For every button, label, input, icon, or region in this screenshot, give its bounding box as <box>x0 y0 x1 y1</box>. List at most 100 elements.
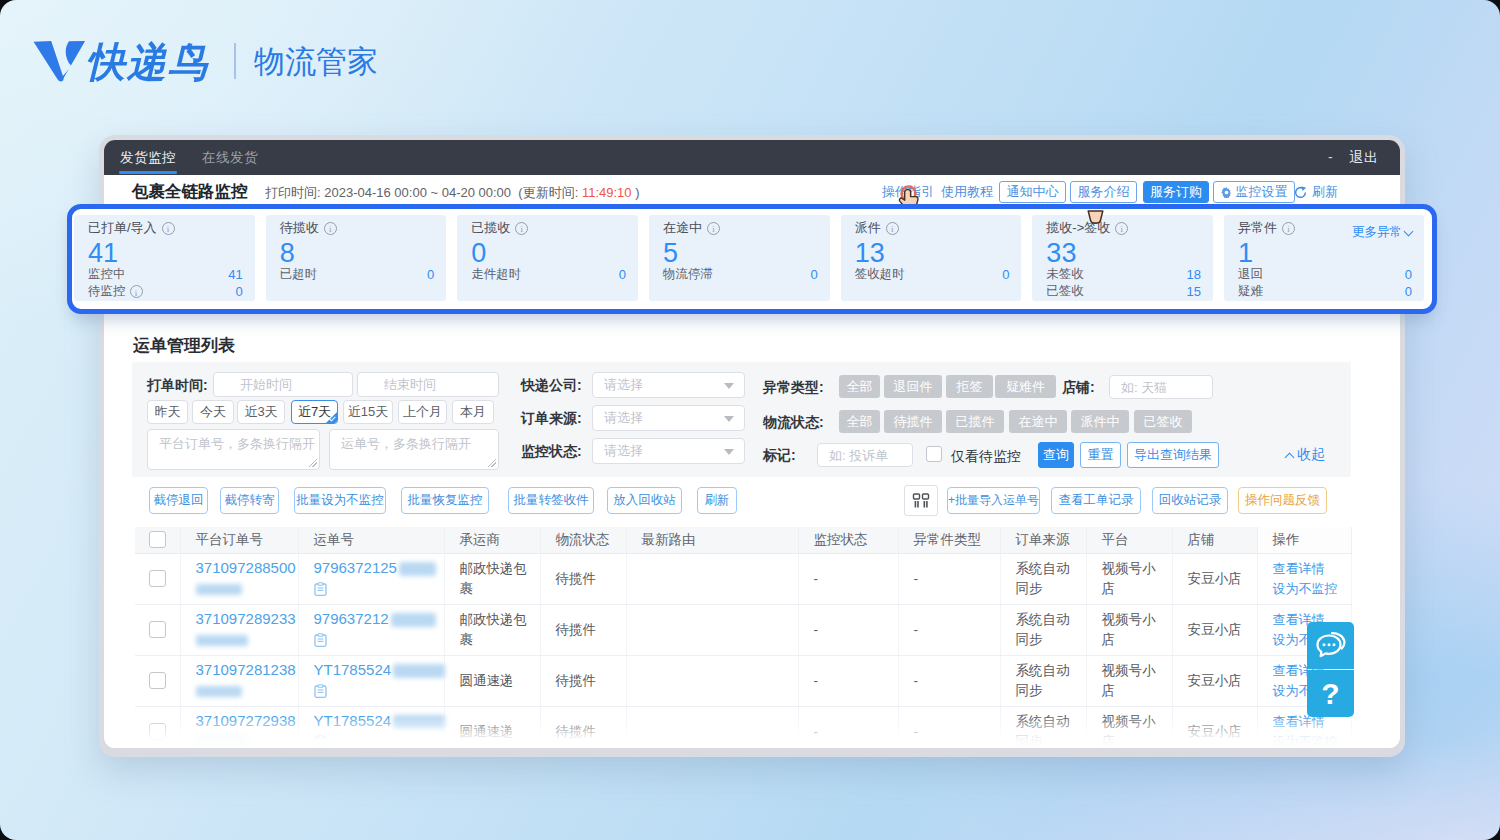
customer-service-button[interactable] <box>1307 622 1354 669</box>
logistics-option-button[interactable]: 已签收 <box>1134 410 1192 433</box>
collapse-link[interactable]: 收起 <box>1286 446 1325 464</box>
set-unmonitor-link[interactable]: 设为不监控 <box>1273 579 1343 599</box>
tag-input[interactable]: 如: 投诉单 <box>817 443 913 467</box>
express-select[interactable]: 请选择 <box>592 372 745 398</box>
quick-range-button[interactable]: 本月 <box>452 400 494 424</box>
set-unmonitor-link[interactable]: 设为不监控 <box>1273 732 1343 749</box>
stat-card: 揽收->签收 33 未签收18已签收15 <box>1032 215 1213 301</box>
logistics-option-button[interactable]: 全部 <box>839 410 880 433</box>
cell-waybill: 979637212 <box>298 604 444 655</box>
batch-restore-button[interactable]: 批量恢复监控 <box>401 487 489 514</box>
waybill-link[interactable]: YT1785524 <box>314 661 392 678</box>
cell-abnormal: - <box>898 655 1000 706</box>
monitor-settings-button[interactable]: 监控设置 <box>1213 181 1295 203</box>
abnormal-option-button[interactable]: 全部 <box>839 375 880 398</box>
shop-input[interactable]: 如: 天猫 <box>1109 375 1213 399</box>
update-time-value: 11:49:10 <box>582 185 632 200</box>
logistics-option-button[interactable]: 待揽件 <box>884 410 942 433</box>
order-no-link[interactable]: 371097289233 <box>196 610 296 627</box>
logout-button[interactable]: 退出 <box>1349 140 1379 175</box>
start-time-input[interactable]: 开始时间 <box>213 372 353 397</box>
feedback-button[interactable]: 操作问题反馈 <box>1238 487 1327 514</box>
to-recycle-button[interactable]: 放入回收站 <box>607 487 682 514</box>
service-intro-button[interactable]: 服务介绍 <box>1070 181 1137 203</box>
hand-cursor-partial-icon <box>1087 210 1104 224</box>
notice-center-button[interactable]: 通知中心 <box>999 181 1066 203</box>
info-icon[interactable] <box>324 222 337 235</box>
quick-range-button[interactable]: 今天 <box>192 400 234 424</box>
info-icon[interactable] <box>515 222 528 235</box>
page-toolbar: 包裹全链路监控 打印时间: 2023-04-16 00:00 ~ 04-20 0… <box>104 175 1400 207</box>
header-cell-source: 订单来源 <box>1000 527 1086 553</box>
waybill-link[interactable]: YT1785524 <box>314 712 392 729</box>
end-time-input[interactable]: 结束时间 <box>357 372 499 397</box>
logistics-option-button[interactable]: 在途中 <box>1009 410 1067 433</box>
row-checkbox[interactable] <box>149 672 166 689</box>
quick-range-button[interactable]: 昨天 <box>147 400 188 424</box>
export-button[interactable]: 导出查询结果 <box>1127 442 1219 468</box>
info-icon[interactable] <box>886 222 899 235</box>
service-order-button[interactable]: 服务订购 <box>1143 181 1209 203</box>
reset-button[interactable]: 重置 <box>1080 442 1121 468</box>
order-no-link[interactable]: 371097272938 <box>196 712 296 729</box>
row-checkbox[interactable] <box>149 570 166 587</box>
stat-sub-value: 0 <box>1002 267 1009 282</box>
info-icon[interactable] <box>162 222 175 235</box>
order-no-textarea[interactable]: 平台订单号，多条换行隔开 <box>147 429 320 470</box>
quick-range-button[interactable]: 近3天 <box>237 400 285 424</box>
row-checkbox[interactable] <box>149 723 166 740</box>
row-checkbox[interactable] <box>149 621 166 638</box>
abnormal-option-button[interactable]: 疑难件 <box>995 375 1056 398</box>
stat-card: 待揽收 8 已超时0 <box>266 215 447 301</box>
refresh-table-button[interactable]: 刷新 <box>697 487 737 514</box>
source-select[interactable]: 请选择 <box>592 405 745 431</box>
copy-icon[interactable] <box>314 633 327 647</box>
stat-sub-label: 疑难 <box>1238 283 1263 300</box>
batch-print-button[interactable] <box>904 485 938 516</box>
info-icon[interactable] <box>130 285 143 298</box>
order-no-link[interactable]: 371097288500 <box>196 559 296 576</box>
tab-shipping-monitor[interactable]: 发货监控 <box>120 140 176 175</box>
logistics-option-button[interactable]: 已揽件 <box>946 410 1004 433</box>
abnormal-option-button[interactable]: 退回件 <box>884 375 942 398</box>
tutorial-link[interactable]: 使用教程 <box>941 183 993 201</box>
resize-grip-icon[interactable] <box>309 459 317 467</box>
stop-forward-button[interactable]: 截停转寄 <box>220 487 279 514</box>
tab-online-shipping[interactable]: 在线发货 <box>202 140 258 175</box>
info-icon[interactable] <box>707 222 720 235</box>
view-detail-link[interactable]: 查看详情 <box>1273 559 1343 579</box>
order-no-link[interactable]: 371097281238 <box>196 661 296 678</box>
waybill-link[interactable]: 979637212 <box>314 610 389 627</box>
waybill-textarea[interactable]: 运单号，多条换行隔开 <box>329 429 499 470</box>
copy-icon[interactable] <box>314 582 327 596</box>
stat-sub-label: 退回 <box>1238 266 1263 283</box>
refresh-link[interactable]: 刷新 <box>1294 183 1338 201</box>
copy-icon[interactable] <box>314 735 327 748</box>
cell-source: 系统自动同步 <box>1000 553 1086 604</box>
monitor-select[interactable]: 请选择 <box>592 438 745 464</box>
recycle-records-button[interactable]: 回收站记录 <box>1152 487 1228 514</box>
only-pending-checkbox[interactable] <box>926 446 942 462</box>
info-icon[interactable] <box>1282 222 1295 235</box>
batch-import-button[interactable]: +批量导入运单号 <box>947 487 1040 514</box>
stop-return-button[interactable]: 截停退回 <box>149 487 208 514</box>
cell-platform: 视频号小店 <box>1086 706 1172 748</box>
resize-grip-icon[interactable] <box>488 459 496 467</box>
quick-range-button[interactable]: 上个月 <box>398 400 447 424</box>
copy-icon[interactable] <box>314 684 327 698</box>
cell-route <box>626 553 798 604</box>
logistics-option-button[interactable]: 派件中 <box>1071 410 1129 433</box>
select-all-checkbox[interactable] <box>149 531 166 548</box>
ticket-records-button[interactable]: 查看工单记录 <box>1051 487 1141 514</box>
quick-range-button[interactable]: 近7天 <box>291 400 338 424</box>
page-title: 包裹全链路监控 <box>132 181 248 203</box>
info-icon[interactable] <box>1115 222 1128 235</box>
more-abnormal-link[interactable]: 更多异常 <box>1352 224 1412 241</box>
quick-range-button[interactable]: 近15天 <box>343 400 393 424</box>
batch-sign-button[interactable]: 批量转签收件 <box>508 487 594 514</box>
abnormal-option-button[interactable]: 拒签 <box>946 375 993 398</box>
waybill-link[interactable]: 9796372125 <box>314 559 397 576</box>
batch-unmonitor-button[interactable]: 批量设为不监控 <box>294 487 386 514</box>
help-button[interactable]: ? <box>1307 670 1354 717</box>
query-button[interactable]: 查询 <box>1038 442 1074 468</box>
